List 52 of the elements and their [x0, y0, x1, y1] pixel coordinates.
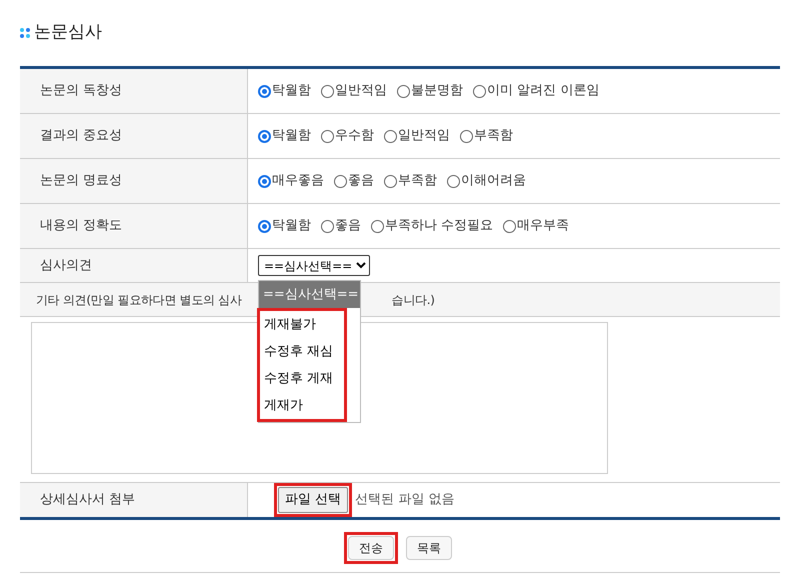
- dropdown-option[interactable]: 수정후 재심: [260, 338, 344, 365]
- row-label: 결과의 중요성: [20, 114, 248, 158]
- radio-button[interactable]: [460, 130, 473, 142]
- list-button[interactable]: 목록: [406, 536, 452, 560]
- radio-button[interactable]: [258, 130, 271, 142]
- submit-button[interactable]: 전송: [348, 536, 394, 560]
- option-label: 매우좋음: [272, 172, 324, 190]
- row-label: 내용의 정확도: [20, 204, 248, 248]
- review-select[interactable]: ==심사선택==: [258, 255, 370, 276]
- dropdown-option[interactable]: ==심사선택==: [259, 281, 360, 308]
- option-label: 일반적임: [335, 82, 387, 100]
- radio-button[interactable]: [321, 220, 334, 232]
- comment-label: 습니다.): [392, 292, 435, 308]
- radio-button[interactable]: [384, 174, 397, 188]
- option-label: 탁월함: [272, 127, 311, 146]
- dropdown-option[interactable]: 수정후 게재: [260, 365, 344, 392]
- radio-button[interactable]: [334, 174, 347, 188]
- row-label: 논문의 명료성: [20, 159, 248, 203]
- radio-button[interactable]: [321, 130, 334, 142]
- option-label: 우수함: [335, 127, 374, 146]
- option-label: 좋음: [335, 217, 361, 236]
- row-label: 심사의견: [20, 249, 248, 282]
- file-select-button[interactable]: 파일 선택: [278, 487, 348, 513]
- option-label: 이미 알려진 이론임: [487, 82, 600, 100]
- row-label: 논문의 독창성: [20, 69, 248, 113]
- dropdown-option[interactable]: 게재불가: [260, 311, 344, 338]
- option-label: 부족함: [474, 127, 513, 146]
- dots-icon: [20, 28, 30, 38]
- page-title: 논문심사: [34, 21, 102, 44]
- radio-button[interactable]: [371, 220, 384, 232]
- comment-label: 기타 의견(만일 필요하다면 별도의 심사: [36, 292, 242, 308]
- radio-button[interactable]: [321, 84, 334, 98]
- option-label: 일반적임: [398, 127, 450, 146]
- option-label: 이해어려움: [461, 172, 526, 190]
- option-label: 부족하나 수정필요: [385, 217, 494, 236]
- dropdown-option[interactable]: 게재가: [260, 392, 344, 419]
- radio-button[interactable]: [447, 174, 460, 188]
- file-status: 선택된 파일 없음: [355, 491, 454, 510]
- radio-button[interactable]: [258, 220, 271, 232]
- option-label: 불분명함: [411, 82, 463, 100]
- radio-button[interactable]: [473, 84, 486, 98]
- radio-button[interactable]: [397, 84, 410, 98]
- option-label: 탁월함: [272, 217, 311, 236]
- option-label: 부족함: [398, 172, 437, 190]
- radio-button[interactable]: [503, 220, 516, 232]
- radio-button[interactable]: [258, 174, 271, 188]
- option-label: 탁월함: [272, 82, 311, 100]
- radio-button[interactable]: [384, 130, 397, 142]
- row-label: 상세심사서 첨부: [20, 483, 248, 517]
- radio-button[interactable]: [258, 84, 271, 98]
- option-label: 좋음: [348, 172, 374, 190]
- option-label: 매우부족: [517, 217, 570, 236]
